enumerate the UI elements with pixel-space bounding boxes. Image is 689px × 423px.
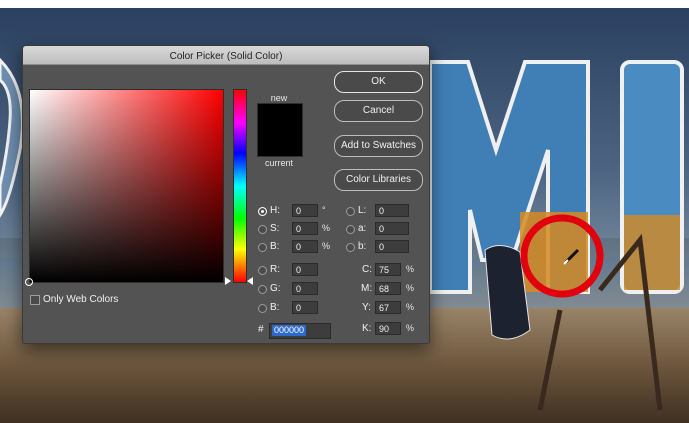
h-input[interactable]: 0 bbox=[292, 204, 318, 217]
g-label: G: bbox=[270, 283, 281, 294]
r-input[interactable]: 0 bbox=[292, 263, 318, 276]
add-to-swatches-button[interactable]: Add to Swatches bbox=[334, 135, 423, 157]
l-radio[interactable] bbox=[346, 207, 355, 216]
lab-b-input[interactable]: 0 bbox=[375, 240, 409, 253]
hex-input[interactable]: 000000 bbox=[269, 323, 331, 339]
current-label: current bbox=[264, 158, 293, 168]
saturation-brightness-field[interactable] bbox=[29, 89, 224, 283]
r-label: R: bbox=[270, 264, 280, 275]
color-picker-dialog: Color Picker (Solid Color) new current O… bbox=[22, 45, 430, 344]
hue-slider-arrow-left[interactable] bbox=[225, 277, 231, 285]
color-libraries-button[interactable]: Color Libraries bbox=[334, 169, 423, 191]
cancel-button[interactable]: Cancel bbox=[334, 100, 423, 122]
b-unit: % bbox=[322, 241, 331, 251]
dialog-title: Color Picker (Solid Color) bbox=[169, 51, 283, 62]
y-input[interactable]: 67 bbox=[375, 301, 401, 314]
c-label: C: bbox=[362, 264, 372, 275]
h-unit: ° bbox=[322, 205, 326, 215]
hue-slider[interactable] bbox=[233, 89, 247, 283]
only-web-colors-label: Only Web Colors bbox=[43, 294, 119, 305]
m-label: M: bbox=[361, 283, 373, 294]
a-radio[interactable] bbox=[346, 225, 355, 234]
m-unit: % bbox=[406, 283, 415, 293]
b-input[interactable]: 0 bbox=[292, 240, 318, 253]
s-radio[interactable] bbox=[258, 225, 267, 234]
g-radio[interactable] bbox=[258, 285, 267, 294]
letter-o-fragment bbox=[0, 57, 24, 218]
hex-value-selected: 000000 bbox=[272, 325, 307, 336]
dialog-titlebar[interactable]: Color Picker (Solid Color) bbox=[23, 46, 429, 65]
k-input[interactable]: 90 bbox=[375, 322, 401, 335]
r-radio[interactable] bbox=[258, 266, 267, 275]
s-input[interactable]: 0 bbox=[292, 222, 318, 235]
blue-input[interactable]: 0 bbox=[292, 301, 318, 314]
ok-button[interactable]: OK bbox=[334, 71, 423, 93]
new-color-swatch bbox=[257, 103, 303, 157]
g-input[interactable]: 0 bbox=[292, 282, 318, 295]
k-unit: % bbox=[406, 323, 415, 333]
c-input[interactable]: 75 bbox=[375, 263, 401, 276]
new-label: new bbox=[270, 93, 288, 103]
lab-b-label: b: bbox=[358, 241, 367, 252]
h-radio[interactable] bbox=[258, 207, 267, 216]
blue-label: B: bbox=[270, 302, 280, 313]
hue-slider-arrow-right[interactable] bbox=[247, 277, 253, 285]
field-cursor[interactable] bbox=[25, 278, 33, 286]
b-radio[interactable] bbox=[258, 243, 267, 252]
h-label: H: bbox=[270, 205, 280, 216]
blue-radio[interactable] bbox=[258, 304, 267, 313]
photoshop-canvas[interactable]: Color Picker (Solid Color) new current O… bbox=[0, 0, 689, 423]
c-unit: % bbox=[406, 264, 415, 274]
a-label: a: bbox=[358, 223, 367, 234]
s-label: S: bbox=[270, 223, 280, 234]
lab-b-radio[interactable] bbox=[346, 243, 355, 252]
s-unit: % bbox=[322, 223, 331, 233]
y-label: Y: bbox=[362, 302, 371, 313]
k-label: K: bbox=[362, 323, 372, 334]
y-unit: % bbox=[406, 302, 415, 312]
only-web-colors-checkbox[interactable] bbox=[30, 295, 40, 305]
l-label: L: bbox=[358, 205, 367, 216]
hex-label: # bbox=[258, 324, 264, 335]
l-input[interactable]: 0 bbox=[375, 204, 409, 217]
b-label: B: bbox=[270, 241, 280, 252]
a-input[interactable]: 0 bbox=[375, 222, 409, 235]
m-input[interactable]: 68 bbox=[375, 282, 401, 295]
